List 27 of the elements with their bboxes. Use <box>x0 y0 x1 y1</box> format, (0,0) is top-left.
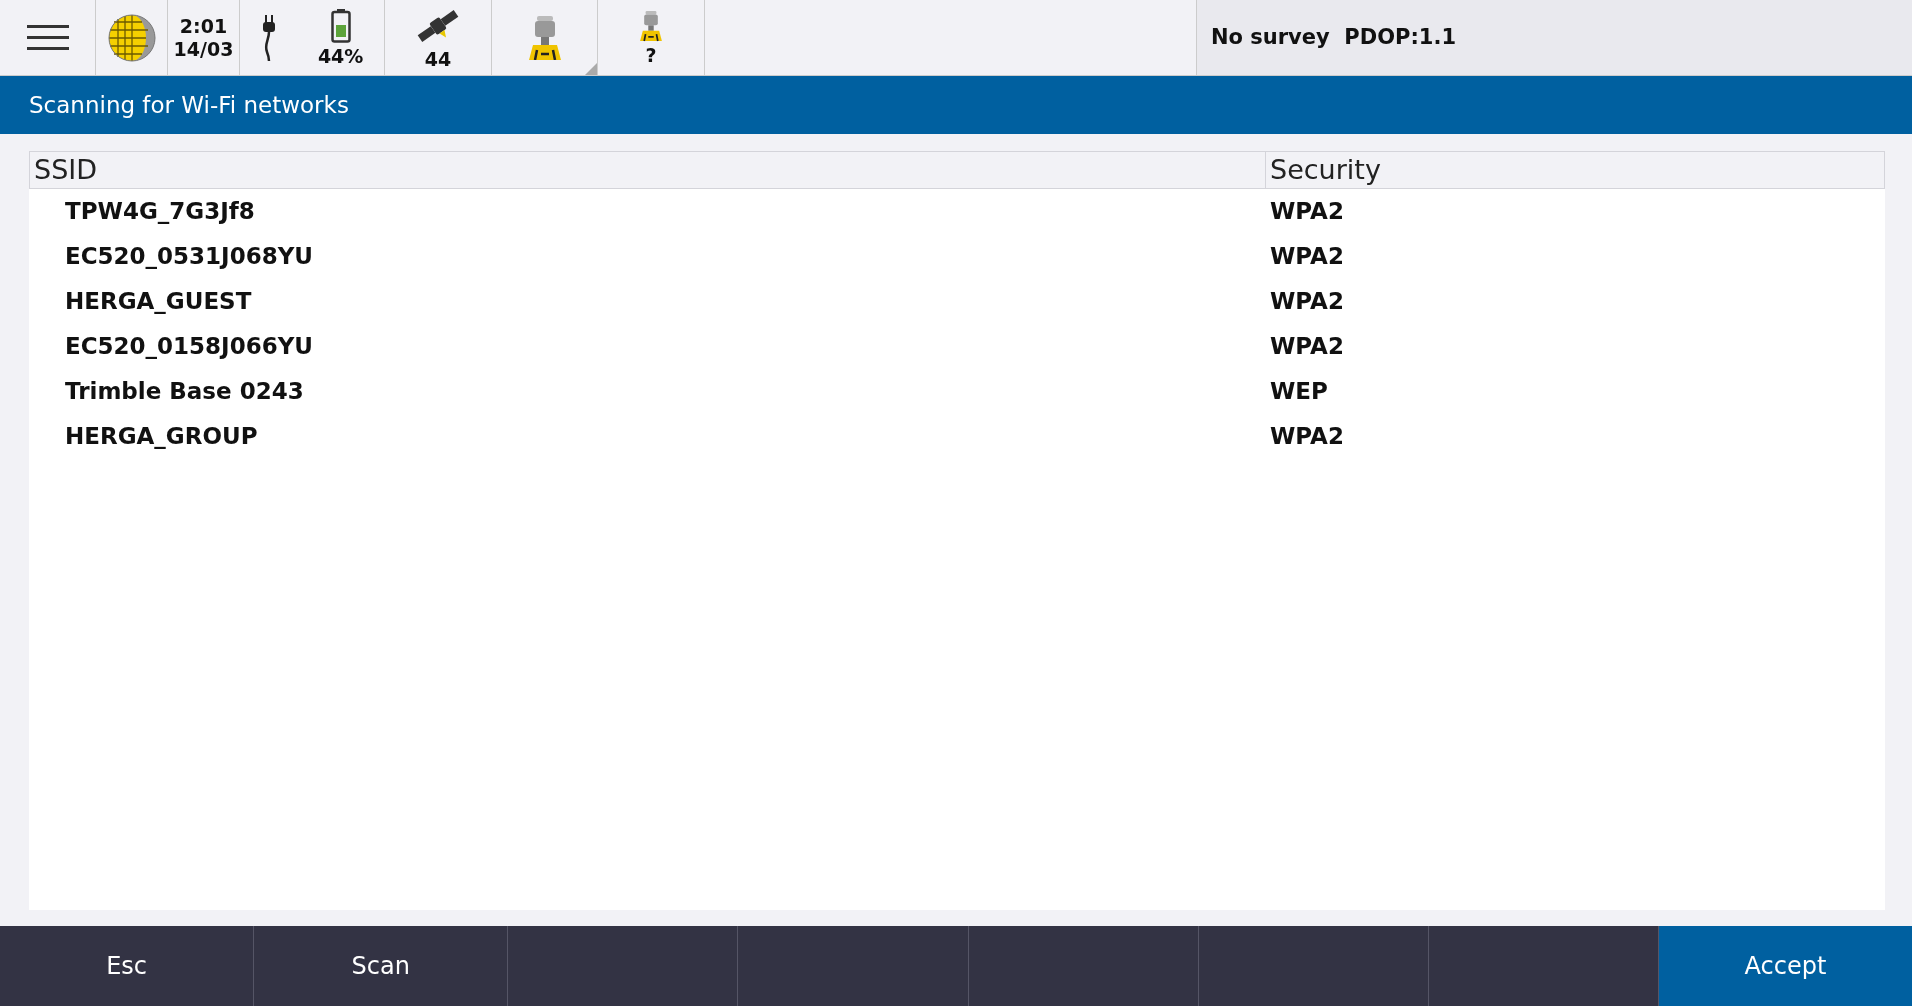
table-cell-text: WPA2 <box>1269 197 1344 227</box>
table-cell-text: WPA2 <box>1269 287 1344 317</box>
screen-title: Scanning for Wi-Fi networks <box>0 76 1912 134</box>
table-cell-text: WPA2 <box>1269 242 1344 272</box>
column-header: Security <box>1269 153 1382 187</box>
table-cell-text: TPW4G_7G3Jf8 <box>64 197 256 227</box>
table-cell-text: WPA2 <box>1269 422 1344 452</box>
menu-icon[interactable] <box>26 24 69 51</box>
accept-button[interactable]: Accept <box>1658 926 1912 1006</box>
corner-marker-icon <box>585 63 597 75</box>
satellite-count: 44 <box>424 50 452 69</box>
table-cell-text: EC520_0158J066YU <box>64 332 314 362</box>
globe-icon[interactable] <box>107 13 156 62</box>
clock-date: 14/03 <box>173 39 234 59</box>
battery-icon[interactable] <box>330 9 351 43</box>
table-cell-text: EC520_0531J068YU <box>64 242 314 272</box>
clock-time: 2:01 <box>178 16 229 36</box>
table-cell-text: HERGA_GUEST <box>64 287 253 317</box>
table-cell-text: Trimble Base 0243 <box>64 377 305 407</box>
table-cell-text: HERGA_GROUP <box>64 422 259 452</box>
power-plug-icon[interactable] <box>260 13 277 62</box>
receiver-status: ? <box>645 46 657 65</box>
survey-status: No survey PDOP:1.1 <box>1197 0 1912 75</box>
column-header: SSID <box>30 152 1266 188</box>
battery-percentage: 44% <box>317 47 364 66</box>
table-cell-text: WEP <box>1269 377 1328 407</box>
table-cell-text: WPA2 <box>1269 332 1344 362</box>
